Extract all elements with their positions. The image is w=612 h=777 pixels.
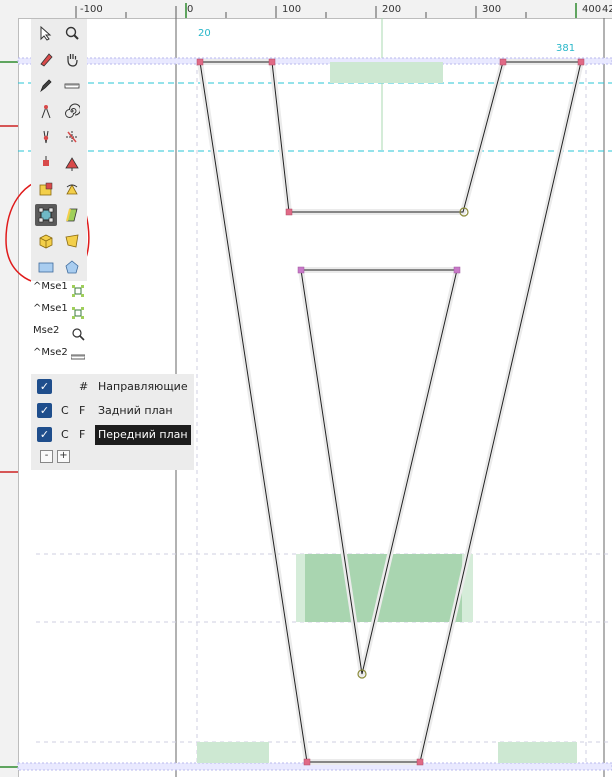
layer-flag-1[interactable]: C bbox=[61, 404, 69, 417]
layer-name[interactable]: Передний план bbox=[95, 425, 191, 445]
guide-label-left: 20 bbox=[198, 28, 211, 39]
pen-tool-icon[interactable] bbox=[35, 74, 57, 96]
overlap-area-bottom-right bbox=[498, 742, 577, 763]
rectangle-tool-icon[interactable] bbox=[35, 256, 57, 278]
measure-tool-icon[interactable] bbox=[61, 74, 83, 96]
hand-tool-icon[interactable] bbox=[61, 48, 83, 70]
layer-flag-2[interactable]: # bbox=[79, 380, 88, 393]
select-tool-icon[interactable] bbox=[35, 22, 57, 44]
layer-visibility-checkbox[interactable]: ✓ bbox=[37, 403, 52, 418]
corner-point-tool-icon[interactable] bbox=[61, 126, 83, 148]
mouse-assignments-panel: ^Mse1 ^Mse1 Mse2 ^Mse2 bbox=[31, 281, 87, 373]
layer-flag-1[interactable]: C bbox=[61, 428, 69, 441]
add-point-tool-icon[interactable] bbox=[35, 100, 57, 122]
zoom-tool-icon[interactable] bbox=[61, 22, 83, 44]
remove-layer-button[interactable]: - bbox=[40, 450, 53, 463]
overlap-area-top bbox=[330, 62, 443, 83]
horizontal-guides[interactable] bbox=[18, 82, 612, 152]
mouse-assignment-label: ^Mse1 bbox=[33, 281, 68, 292]
ruler-ticks bbox=[75, 6, 577, 18]
skew-tool-icon[interactable] bbox=[61, 204, 83, 226]
layers-panel: ✓ # Направляющие ✓ C F Задний план ✓ C F… bbox=[31, 374, 194, 470]
layer-visibility-checkbox[interactable]: ✓ bbox=[37, 379, 52, 394]
curve-point-tool-icon[interactable] bbox=[35, 126, 57, 148]
spiral-tool-icon[interactable] bbox=[61, 100, 83, 122]
layer-row-foreground[interactable]: ✓ C F Передний план bbox=[31, 424, 194, 446]
tangent-tool-icon[interactable] bbox=[35, 152, 57, 174]
mouse-assignment-label: ^Mse2 bbox=[33, 347, 68, 358]
mouse-assignment-label: Mse2 bbox=[33, 325, 60, 336]
node-scale-icon[interactable] bbox=[71, 306, 85, 320]
pencil-tool-icon[interactable] bbox=[35, 48, 57, 70]
scale-tool-icon[interactable] bbox=[35, 178, 57, 200]
layer-name[interactable]: Направляющие bbox=[95, 377, 191, 397]
triangle-tool-icon[interactable] bbox=[61, 152, 83, 174]
layer-flag-2[interactable]: F bbox=[79, 404, 85, 417]
zoom-icon[interactable] bbox=[71, 327, 85, 341]
transform-tool-icon[interactable] bbox=[35, 204, 57, 226]
toolbox-panel bbox=[31, 19, 87, 281]
perspective-tool-icon[interactable] bbox=[61, 230, 83, 252]
measure-icon[interactable] bbox=[71, 350, 85, 364]
layer-visibility-checkbox[interactable]: ✓ bbox=[37, 427, 52, 442]
outer-v-shape[interactable] bbox=[197, 59, 584, 765]
rotate-tool-icon[interactable] bbox=[61, 178, 83, 200]
node-scale-icon[interactable] bbox=[71, 284, 85, 298]
layer-name[interactable]: Задний план bbox=[95, 401, 176, 421]
add-layer-button[interactable]: + bbox=[57, 450, 70, 463]
layer-row-background[interactable]: ✓ C F Задний план bbox=[31, 400, 194, 422]
ruler-red-marks bbox=[0, 125, 18, 473]
mouse-assignment-label: ^Mse1 bbox=[33, 303, 68, 314]
overlap-area-bottom-left bbox=[197, 742, 269, 763]
layer-flag-2[interactable]: F bbox=[79, 428, 85, 441]
3d-tool-icon[interactable] bbox=[35, 230, 57, 252]
polygon-tool-icon[interactable] bbox=[61, 256, 83, 278]
layer-row-guides[interactable]: ✓ # Направляющие bbox=[31, 376, 194, 398]
guide-label-right: 381 bbox=[556, 43, 575, 54]
